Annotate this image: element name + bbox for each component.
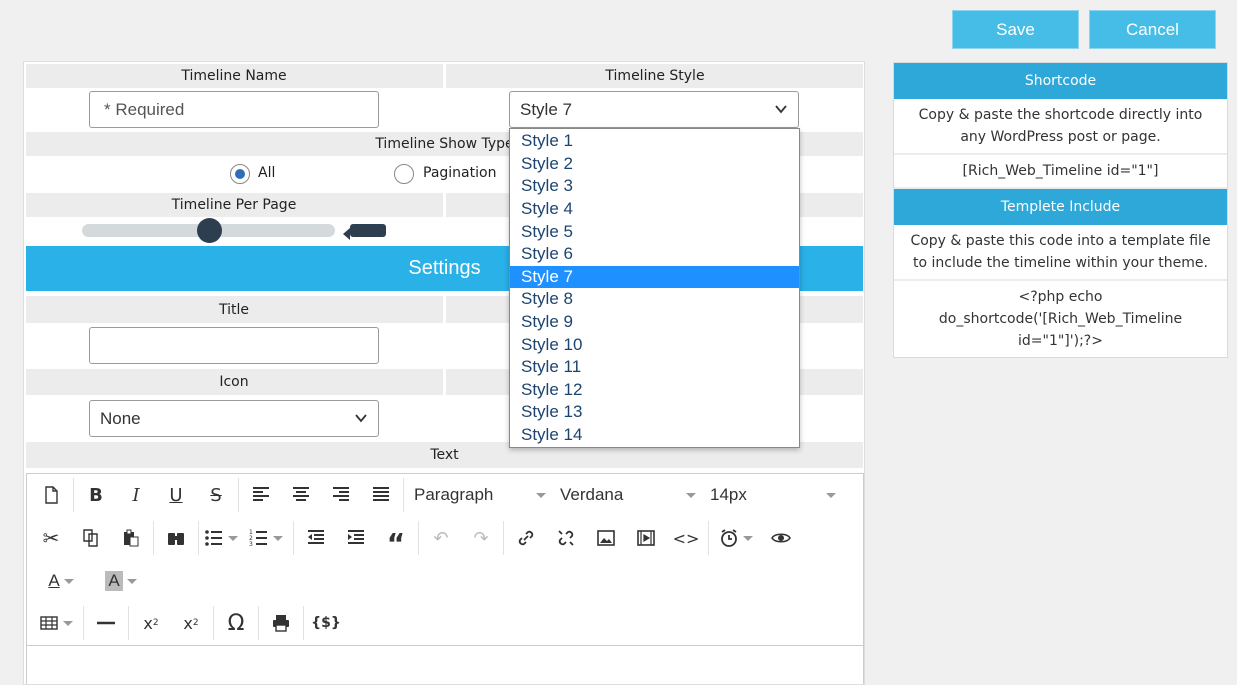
style-option[interactable]: Style 3 [510,175,799,198]
editor-toolbar-row-2: ✂ 123 “ ↶ ↷ <> [31,517,801,560]
font-size-select[interactable]: 14px [702,478,842,512]
show-type-all-radio[interactable] [230,164,250,184]
bullet-list-icon[interactable] [201,521,241,555]
special-character-icon[interactable]: Ω [216,606,256,640]
time-icon[interactable] [711,521,761,555]
title-label: Title [218,301,249,318]
cut-icon[interactable]: ✂ [31,521,71,555]
bold-icon[interactable]: B [76,478,116,512]
unlink-icon[interactable] [546,521,586,555]
rich-text-editor: B I U S Paragraph Verdana 14px ✂ 123 “ ↶… [26,473,864,684]
title-input[interactable] [89,327,379,364]
icon-select-value: None [100,408,141,428]
caret-down-icon [686,493,696,498]
subscript-icon[interactable]: x2 [131,606,171,640]
style-option[interactable]: Style 8 [510,288,799,311]
image-icon[interactable] [586,521,626,555]
editor-toolbar-row-3: A A [31,560,151,602]
template-include-heading: Templete Include [894,189,1227,225]
shortcode-sidebar: Shortcode Copy & paste the shortcode dir… [893,62,1228,358]
shortcode-heading: Shortcode [894,63,1227,99]
editor-content-area[interactable] [27,645,863,684]
show-type-pagination-label: Pagination [423,165,497,181]
undo-icon[interactable]: ↶ [421,521,461,555]
new-document-icon[interactable] [31,478,71,512]
chevron-down-icon [775,105,787,114]
italic-icon[interactable]: I [116,478,156,512]
font-family-select[interactable]: Verdana [552,478,702,512]
style-option[interactable]: Style 1 [510,130,799,153]
svg-text:3: 3 [249,541,253,548]
style-option[interactable]: Style 7 [510,265,799,289]
style-option[interactable]: Style 2 [510,153,799,176]
shortcode-code[interactable]: [Rich_Web_Timeline id="1"] [894,155,1227,189]
template-icon[interactable]: {$} [306,606,346,640]
editor-toolbar-row-4: x2 x2 Ω {$} [31,602,346,644]
numbered-list-icon[interactable]: 123 [241,521,291,555]
media-icon[interactable] [626,521,666,555]
text-color-icon[interactable]: A [31,564,91,598]
background-color-icon[interactable]: A [91,564,151,598]
align-justify-icon[interactable] [361,478,401,512]
outdent-icon[interactable] [296,521,336,555]
timeline-style-label: Timeline Style [605,68,705,84]
link-icon[interactable] [506,521,546,555]
align-right-icon[interactable] [321,478,361,512]
align-left-icon[interactable] [241,478,281,512]
style-option[interactable]: Style 12 [510,379,799,402]
format-select-value: Paragraph [414,485,494,504]
font-size-value: 14px [710,485,747,504]
per-page-label: Timeline Per Page [171,197,297,213]
style-option[interactable]: Style 10 [510,333,799,356]
timeline-name-input[interactable]: * Required [89,91,379,128]
table-icon[interactable] [31,606,81,640]
timeline-name-label: Timeline Name [181,68,287,84]
strikethrough-icon[interactable]: S [196,478,236,512]
style-option[interactable]: Style 4 [510,198,799,221]
icon-label: Icon [219,374,249,390]
paste-icon[interactable] [111,521,151,555]
icon-select[interactable]: None [89,400,379,437]
shortcode-help-text: Copy & paste the shortcode directly into… [894,99,1227,155]
show-type-all-label: All [258,165,276,181]
template-code[interactable]: <?php echo do_shortcode('[Rich_Web_Timel… [894,281,1227,357]
style-option[interactable]: Style 6 [510,243,799,266]
superscript-icon[interactable]: x2 [171,606,211,640]
font-family-value: Verdana [560,485,624,504]
copy-icon[interactable] [71,521,111,555]
underline-icon[interactable]: U [156,478,196,512]
align-center-icon[interactable] [281,478,321,512]
caret-down-icon [826,493,836,498]
preview-icon[interactable] [761,521,801,555]
redo-icon[interactable]: ↷ [461,521,501,555]
style-option[interactable]: Style 13 [510,401,799,424]
blockquote-icon[interactable]: “ [376,521,416,560]
indent-icon[interactable] [336,521,376,555]
timeline-style-value: Style 7 [520,99,572,119]
timeline-style-select[interactable]: Style 7 [509,91,799,128]
style-option[interactable]: Style 11 [510,356,799,379]
horizontal-rule-icon[interactable] [86,606,126,640]
style-option[interactable]: Style 9 [510,311,799,334]
name-style-header-row: Timeline Name Timeline Style [26,64,863,88]
show-type-pagination-radio[interactable] [394,164,414,184]
template-help-text: Copy & paste this code into a template f… [894,225,1227,281]
style-option[interactable]: Style 14 [510,424,799,447]
print-icon[interactable] [261,606,301,640]
cancel-button[interactable]: Cancel [1089,10,1216,49]
format-select[interactable]: Paragraph [406,478,552,512]
find-icon[interactable] [156,521,196,555]
save-button[interactable]: Save [952,10,1079,49]
chevron-down-icon [355,414,367,423]
per-page-slider-handle[interactable] [196,218,222,243]
code-icon[interactable]: <> [666,521,706,555]
style-option[interactable]: Style 5 [510,220,799,243]
caret-down-icon [536,493,546,498]
per-page-value-bubble [343,224,386,240]
timeline-style-dropdown-list: Style 1 Style 2 Style 3 Style 4 Style 5 Style… [509,128,800,448]
editor-toolbar-row-1: B I U S Paragraph Verdana 14px [31,474,842,516]
